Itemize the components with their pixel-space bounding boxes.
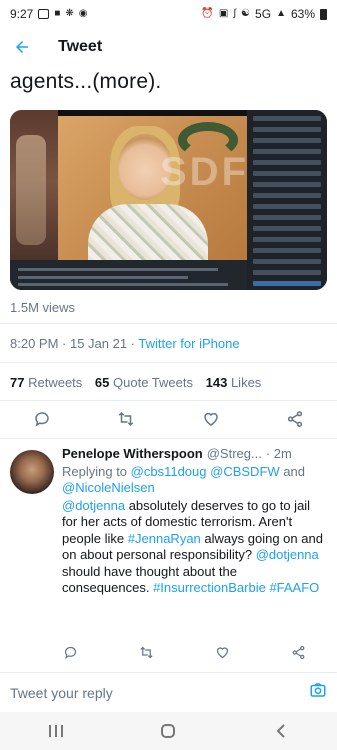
back-nav-button[interactable]	[256, 712, 306, 750]
camera-icon	[310, 683, 326, 697]
view-count: 1.5M views	[10, 300, 76, 315]
media-icon: ■	[54, 8, 61, 19]
reply-body: Penelope Witherspoon @Streg... · 2m Repl…	[62, 446, 327, 597]
retweet-button[interactable]	[106, 406, 146, 432]
mention-link[interactable]: @dotjenna	[256, 547, 319, 562]
divider	[0, 362, 337, 363]
app-header: Tweet	[0, 28, 337, 66]
divider	[0, 438, 337, 439]
back-button[interactable]	[0, 28, 44, 66]
recent-apps-icon	[49, 725, 64, 737]
divider	[0, 323, 337, 324]
reply-button[interactable]	[50, 639, 90, 665]
tweet-actions	[0, 406, 337, 432]
notification-icon	[38, 9, 50, 19]
camera-button[interactable]	[309, 681, 327, 704]
like-button[interactable]	[191, 406, 231, 432]
comment-icon	[35, 412, 49, 427]
status-right: ⏰ ▣ ∫ ☯ 5G ▲ 63%	[201, 7, 327, 21]
status-left: 9:27 ■ ❋ ◉	[10, 7, 88, 21]
quote-tweets-stat[interactable]: 65 Quote Tweets	[95, 375, 193, 390]
reply-button[interactable]	[22, 406, 62, 432]
tweet-meta: 8:20 PM · 15 Jan 21 · Twitter for iPhone	[10, 336, 240, 351]
editor-panel	[247, 110, 327, 290]
likes-label: Likes	[230, 375, 262, 390]
share-icon	[287, 411, 302, 427]
retweet-icon	[119, 411, 134, 427]
hashtag-link[interactable]: #FAAFO	[269, 580, 319, 595]
bluetooth-icon: ∫	[233, 8, 237, 19]
lock-icon: ▣	[218, 8, 229, 19]
retweets-stat[interactable]: 77 Retweets	[10, 375, 82, 390]
heart-icon	[216, 646, 229, 658]
reply-header: Penelope Witherspoon @Streg... · 2m	[62, 446, 327, 463]
share-button[interactable]	[275, 406, 315, 432]
chevron-left-icon	[276, 724, 285, 738]
retweet-icon	[140, 646, 153, 658]
home-button[interactable]	[143, 712, 193, 750]
mention-link[interactable]: @NicoleNielsen	[62, 480, 155, 495]
replying-prefix: Replying to	[62, 463, 131, 479]
reply-input[interactable]: Tweet your reply	[10, 685, 113, 701]
hashtag-link[interactable]: #InsurrectionBarbie	[153, 580, 266, 595]
tweet-source-link[interactable]: Twitter for iPhone	[138, 336, 239, 351]
mention-link[interactable]: @dotjenna	[62, 498, 125, 513]
share-button[interactable]	[279, 639, 319, 665]
hashtag-link[interactable]: #JennaRyan	[128, 531, 201, 546]
divider	[0, 400, 337, 401]
mention-link[interactable]: @cbs11doug	[131, 464, 207, 479]
avatar[interactable]	[10, 450, 54, 494]
editor-timeline	[10, 260, 247, 290]
reply-time: · 2m	[265, 446, 292, 461]
retweet-button[interactable]	[126, 639, 166, 665]
tweet-stats: 77 Retweets 65 Quote Tweets 143 Likes	[10, 375, 270, 390]
tweet-text[interactable]: agents...(more).	[10, 70, 161, 94]
likes-count: 143	[205, 375, 228, 390]
mention-link[interactable]: @CBSDFW	[210, 464, 280, 479]
battery-icon	[320, 8, 327, 20]
reply-actions	[32, 639, 337, 665]
system-nav-bar	[0, 712, 337, 750]
alarm-icon: ⏰	[201, 8, 214, 19]
comment-icon	[64, 646, 76, 659]
network-label: 5G	[255, 7, 272, 21]
recent-apps-button[interactable]	[31, 712, 81, 750]
app-icon: ◉	[78, 8, 88, 19]
quote-label: Quote Tweets	[113, 375, 193, 390]
like-button[interactable]	[203, 639, 243, 665]
battery-percent: 63%	[290, 7, 315, 21]
reply-author-name[interactable]: Penelope Witherspoon	[62, 446, 203, 463]
status-bar: 9:27 ■ ❋ ◉ ⏰ ▣ ∫ ☯ 5G ▲ 63%	[0, 0, 337, 28]
heart-icon	[203, 412, 218, 426]
likes-stat[interactable]: 143 Likes	[206, 375, 262, 390]
share-icon	[292, 645, 305, 659]
signal-icon: ▲	[276, 8, 286, 19]
retweets-label: Retweets	[28, 375, 83, 390]
and-word: and	[279, 463, 305, 479]
status-time: 9:27	[10, 7, 34, 21]
arrow-left-icon	[16, 41, 28, 53]
reply-composer: Tweet your reply	[0, 672, 337, 712]
replying-to: Replying to @cbs11doug @CBSDFW and @Nico…	[62, 464, 327, 497]
retweets-count: 77	[10, 375, 25, 390]
quote-count: 65	[94, 375, 110, 390]
reply-text: @dotjenna absolutely deserves to go to j…	[62, 498, 327, 597]
header-title: Tweet	[58, 38, 103, 55]
tweet-timestamp: 8:20 PM · 15 Jan 21 ·	[10, 336, 139, 351]
wifi-icon: ☯	[241, 8, 251, 19]
reply-author-handle[interactable]: @Streg...	[207, 446, 262, 463]
tweet-video[interactable]: SDFW	[10, 110, 327, 290]
home-icon	[161, 724, 176, 738]
settings-icon: ❋	[65, 8, 74, 19]
